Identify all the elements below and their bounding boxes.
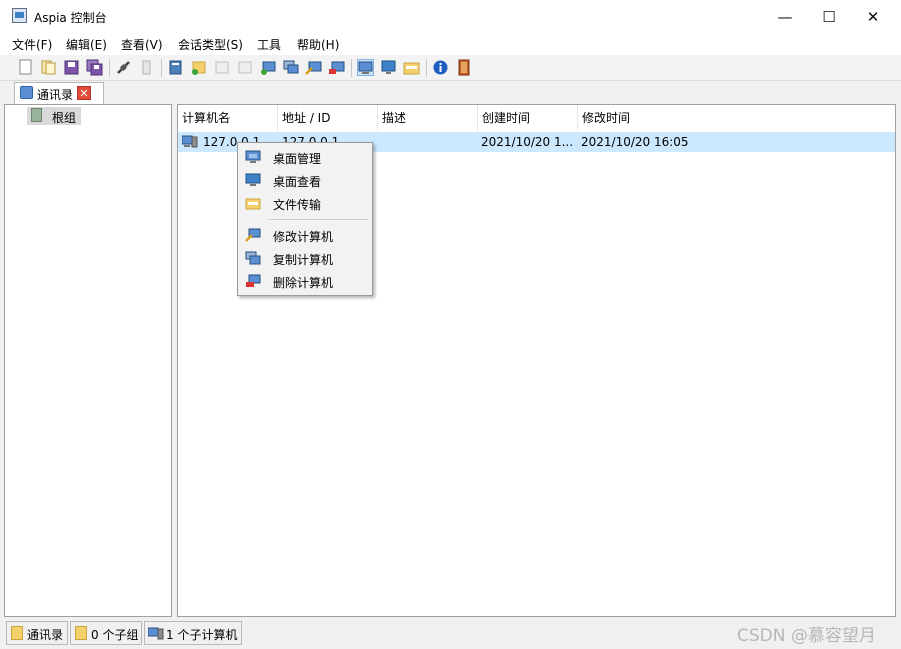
delete-computer-icon [246,274,261,287]
menu-tools[interactable]: 工具 [257,36,281,53]
status-address-book: 通讯录 [6,621,68,645]
menu-item-delete-computer[interactable]: 删除计算机 [238,270,372,292]
add-group-icon[interactable] [190,59,207,76]
menu-item-label: 桌面管理 [273,152,322,166]
column-header-modified[interactable]: 修改时间 [578,105,895,131]
maximize-button[interactable]: ☐ [806,0,852,33]
group-icon [31,108,42,122]
menu-item-copy-computer[interactable]: 复制计算机 [238,247,372,269]
menu-view[interactable]: 查看(V) [121,36,163,53]
title-bar: Aspia 控制台 — ☐ ✕ [0,0,901,33]
folder-icon [75,626,87,640]
toolbar-separator [426,59,427,77]
exit-icon[interactable] [455,59,472,76]
file-transfer-icon[interactable] [403,59,420,76]
disconnect-icon[interactable] [138,59,155,76]
computer-icon [182,135,198,148]
copy-computer-icon[interactable] [282,59,299,76]
menu-help[interactable]: 帮助(H) [297,36,339,53]
tab-close-icon[interactable]: ✕ [77,86,91,100]
column-header-description[interactable]: 描述 [378,105,478,131]
delete-group-icon[interactable] [236,59,253,76]
menu-item-desktop-view[interactable]: 桌面查看 [238,169,372,191]
close-button[interactable]: ✕ [850,0,896,33]
group-tree: 根组 [4,104,172,617]
info-icon[interactable] [432,59,449,76]
toolbar [0,55,901,81]
tab-address-book[interactable]: 通讯录 ✕ [14,82,104,104]
new-file-icon[interactable] [17,59,34,76]
window-title: Aspia 控制台 [34,11,107,25]
toolbar-separator [109,59,110,77]
save-all-icon[interactable] [86,59,103,76]
edit-computer-icon[interactable] [305,59,322,76]
cell-created: 2021/10/20 1... [481,135,574,149]
menu-item-file-transfer[interactable]: 文件传输 [238,192,372,214]
edit-computer-icon [245,228,261,242]
watermark: CSDN @慕容望月 [737,626,876,646]
desktop-view-icon[interactable] [380,59,397,76]
cell-modified: 2021/10/20 16:05 [581,135,689,149]
connect-icon[interactable] [115,59,132,76]
status-groups: 0 个子组 [70,621,142,645]
toolbar-separator [351,59,352,77]
file-transfer-icon [245,198,261,210]
status-computers: 1 个子计算机 [144,621,242,645]
address-book-icon [20,86,33,99]
menu-separator [268,219,368,220]
minimize-button[interactable]: — [762,0,808,33]
edit-group-icon[interactable] [213,59,230,76]
sort-arrow-icon: ⌄ [225,112,232,121]
desktop-manage-icon[interactable] [357,59,374,76]
column-header-name[interactable]: 计算机名 ⌄ [178,105,278,131]
column-header-created[interactable]: 创建时间 [478,105,578,131]
save-icon[interactable] [63,59,80,76]
menu-item-label: 复制计算机 [273,253,334,267]
tab-strip [0,81,901,104]
toolbar-separator [161,59,162,77]
status-label: 0 个子组 [91,628,139,642]
desktop-manage-icon [245,150,261,163]
menu-item-label: 桌面查看 [273,175,322,189]
app-icon [12,8,27,23]
tree-item-label: 根组 [52,111,77,125]
tree-item-root[interactable]: 根组 [27,107,81,125]
folder-icon [11,626,23,640]
copy-computer-icon [245,251,261,265]
computer-icon [148,627,164,640]
menu-item-desktop-manage[interactable]: 桌面管理 [238,146,372,168]
menu-item-label: 文件传输 [273,198,322,212]
open-file-icon[interactable] [40,59,57,76]
menu-bar: 文件(F) 编辑(E) 查看(V) 会话类型(S) 工具 帮助(H) [0,33,901,55]
menu-session-type[interactable]: 会话类型(S) [178,36,243,53]
status-label: 1 个子计算机 [166,628,238,642]
menu-item-label: 删除计算机 [273,276,334,290]
status-label: 通讯录 [27,628,64,642]
add-computer-icon[interactable] [259,59,276,76]
delete-computer-icon[interactable] [328,59,345,76]
menu-item-edit-computer[interactable]: 修改计算机 [238,224,372,246]
menu-file[interactable]: 文件(F) [12,36,52,53]
tab-label: 通讯录 [37,88,74,102]
menu-item-label: 修改计算机 [273,230,334,244]
column-header-address[interactable]: 地址 / ID [278,105,378,131]
column-header-label: 计算机名 [182,111,231,125]
context-menu: 桌面管理 桌面查看 文件传输 修改计算机 复制计算机 删除计算机 [237,142,373,296]
desktop-view-icon [245,173,261,186]
menu-edit[interactable]: 编辑(E) [66,36,107,53]
edit-book-icon[interactable] [167,59,184,76]
